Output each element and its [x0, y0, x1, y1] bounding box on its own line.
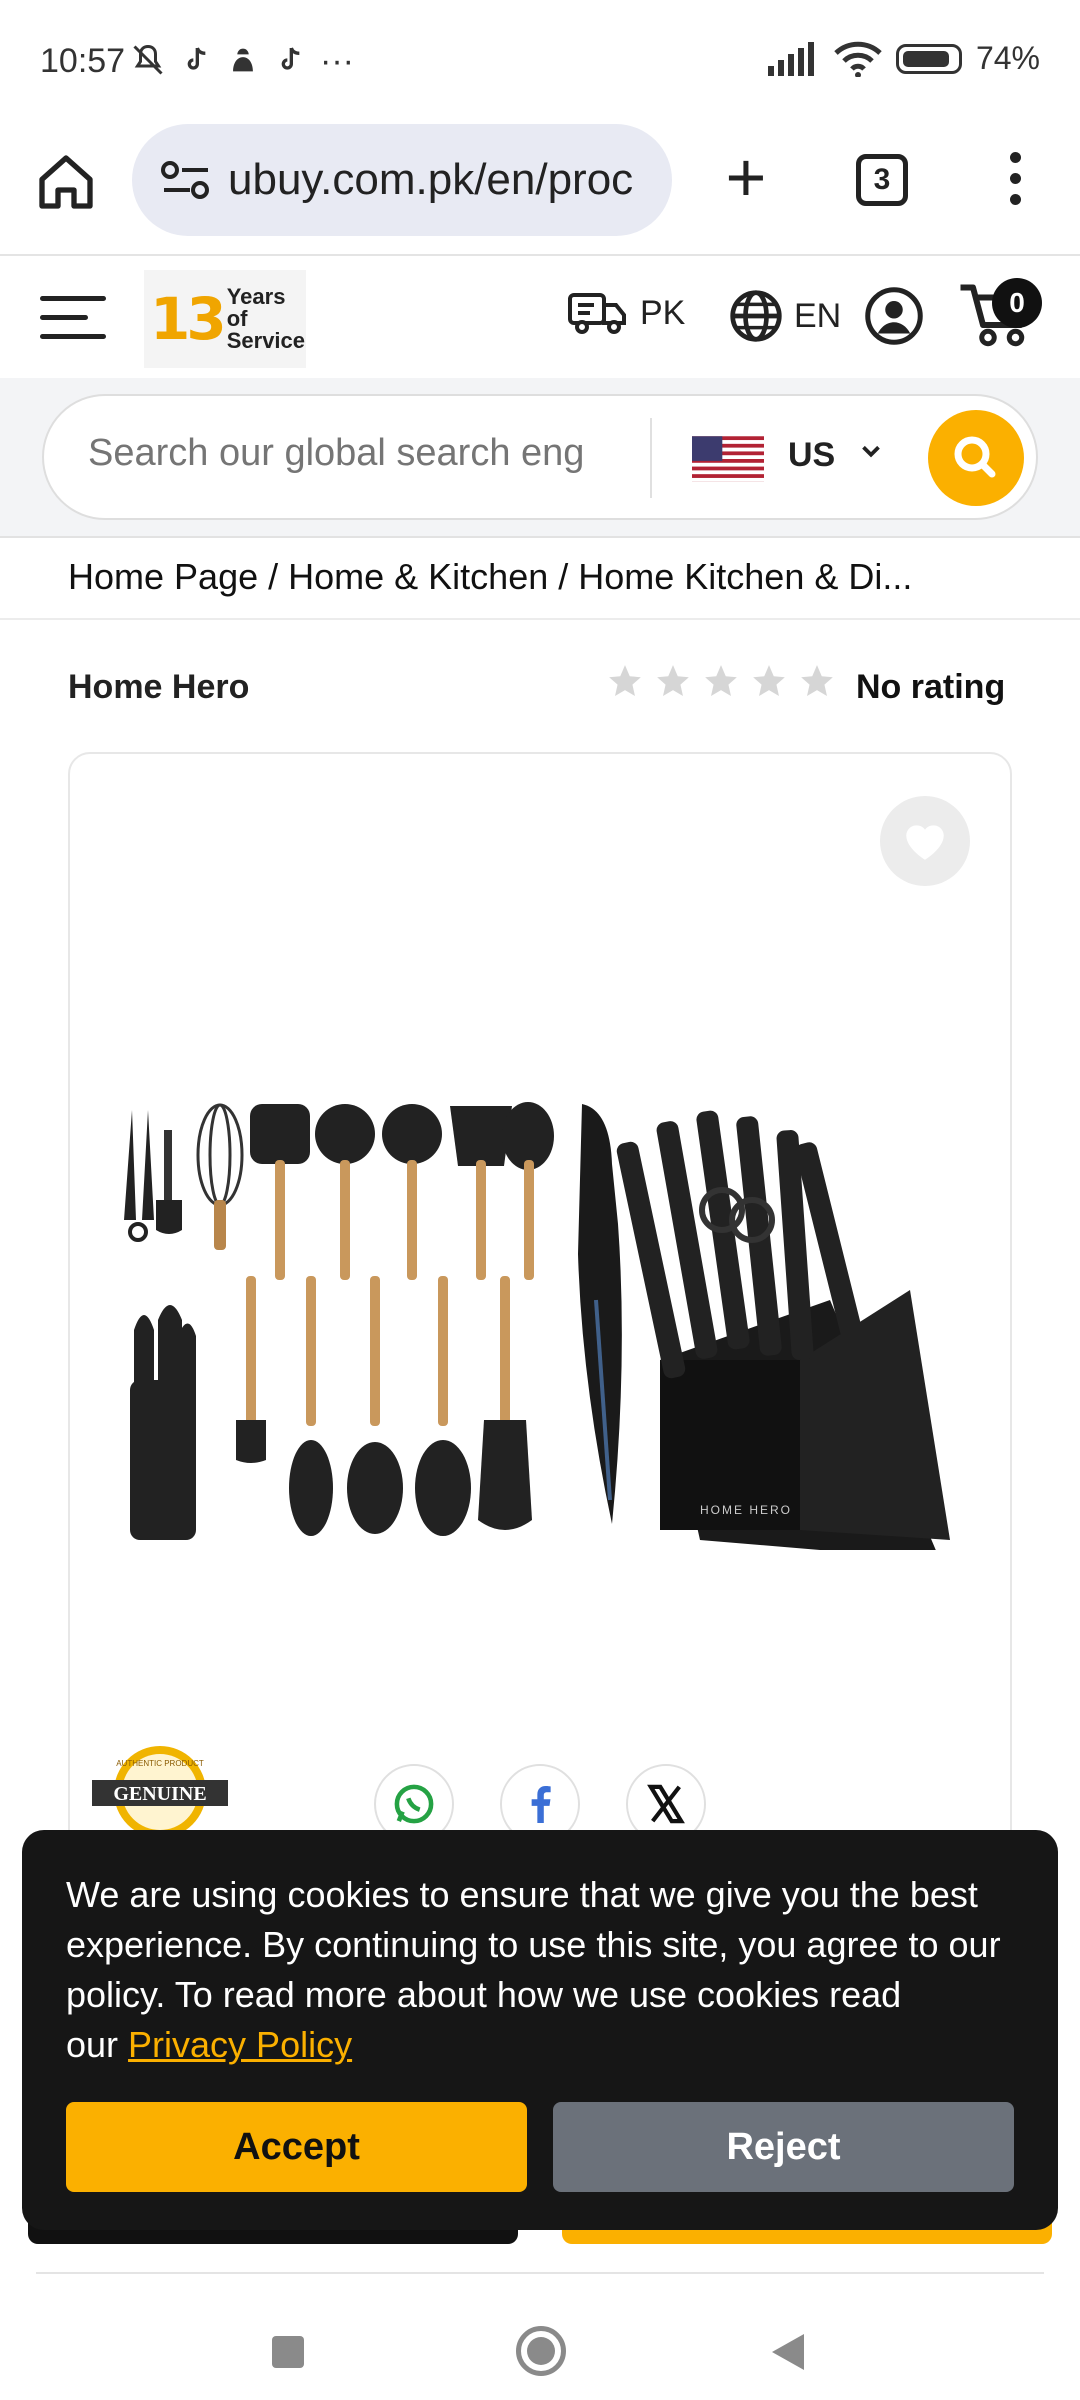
language-selector[interactable]: EN: [728, 288, 841, 344]
mute-bell-icon: [133, 44, 163, 75]
browser-menu-button[interactable]: [1000, 152, 1030, 216]
site-header: 13 Years of Service PK EN 0: [0, 258, 1080, 378]
browser-toolbar: ubuy.com.pk/en/proc + 3: [0, 120, 1080, 256]
search-input[interactable]: [88, 432, 664, 475]
reject-cookies-button[interactable]: Reject: [553, 2102, 1014, 2192]
search-divider: [650, 418, 652, 498]
more-notifications: ···: [320, 42, 354, 80]
logo-line2: Service: [226, 328, 306, 353]
wifi-icon: [834, 41, 882, 77]
divider: [0, 618, 1080, 620]
product-image-label: HOME HERO: [700, 1503, 792, 1517]
truck-icon: [568, 293, 626, 334]
star-icon: [657, 665, 689, 697]
rating-text: No rating: [856, 668, 1006, 706]
privacy-policy-link[interactable]: Privacy Policy: [128, 2024, 352, 2065]
wishlist-button[interactable]: [880, 796, 970, 886]
search-section: US: [0, 378, 1080, 538]
address-bar[interactable]: ubuy.com.pk/en/proc: [132, 124, 672, 236]
product-image[interactable]: HOME HERO: [120, 1100, 960, 1550]
star-icon: [705, 665, 737, 697]
home-nav-icon[interactable]: [516, 2326, 566, 2376]
site-settings-icon[interactable]: [160, 160, 212, 200]
home-icon[interactable]: [34, 150, 98, 214]
ship-to-country: PK: [640, 293, 686, 332]
cookie-message: We are using cookies to ensure that we g…: [66, 1870, 1014, 2070]
new-tab-button[interactable]: +: [716, 142, 776, 212]
cart-count-badge: 0: [992, 278, 1042, 328]
ship-to-selector[interactable]: PK: [568, 288, 685, 338]
divider: [36, 2272, 1044, 2274]
app-icon: [233, 48, 253, 72]
battery-icon: [895, 43, 962, 74]
signal-icon: [767, 41, 814, 76]
language-code: EN: [794, 296, 842, 335]
status-bar: 10:57 ··· 74%: [0, 0, 1080, 120]
brand-name[interactable]: Home Hero: [68, 668, 249, 707]
badge-subtext: AUTHENTIC PRODUCT: [116, 1759, 204, 1768]
breadcrumb[interactable]: Home Page / Home & Kitchen / Home Kitche…: [68, 556, 1028, 598]
cookie-banner: We are using cookies to ensure that we g…: [22, 1830, 1058, 2230]
star-icon: [753, 665, 785, 697]
url-text[interactable]: ubuy.com.pk/en/proc: [228, 155, 668, 205]
accept-cookies-button[interactable]: Accept: [66, 2102, 527, 2192]
search-icon: [954, 436, 996, 478]
hamburger-menu-icon[interactable]: [40, 296, 106, 344]
badge-text: GENUINE: [113, 1783, 206, 1805]
cookie-actions: Accept Reject: [66, 2102, 1014, 2192]
search-bar: US: [42, 394, 1038, 520]
system-navigation-bar: [0, 2280, 1080, 2400]
tiktok-icon: [281, 47, 300, 70]
recents-icon[interactable]: [272, 2336, 304, 2368]
notification-icons: ···: [130, 42, 354, 81]
store-country[interactable]: US: [788, 436, 835, 475]
logo-text: Years of Service: [227, 286, 306, 352]
chevron-down-icon[interactable]: [856, 436, 886, 466]
tab-switcher-button[interactable]: 3: [856, 154, 908, 206]
system-icons: 74%: [767, 40, 1040, 77]
battery-level: 74%: [975, 40, 1040, 76]
tiktok-icon: [187, 47, 206, 70]
logo-line1: Years of: [226, 284, 286, 331]
account-icon[interactable]: [864, 286, 924, 346]
search-button[interactable]: [928, 410, 1024, 506]
star-icon: [801, 665, 833, 697]
genuine-product-badge: AUTHENTIC PRODUCT GENUINE: [92, 1746, 228, 1832]
star-icon: [609, 665, 641, 697]
heart-icon: [906, 825, 944, 860]
back-icon[interactable]: [772, 2334, 804, 2370]
globe-icon: [730, 290, 782, 342]
logo-number: 13: [150, 285, 227, 353]
rating-stars: [606, 662, 836, 700]
status-time: 10:57: [40, 42, 126, 80]
us-flag-icon[interactable]: [692, 436, 764, 482]
site-logo[interactable]: 13 Years of Service: [144, 270, 306, 368]
